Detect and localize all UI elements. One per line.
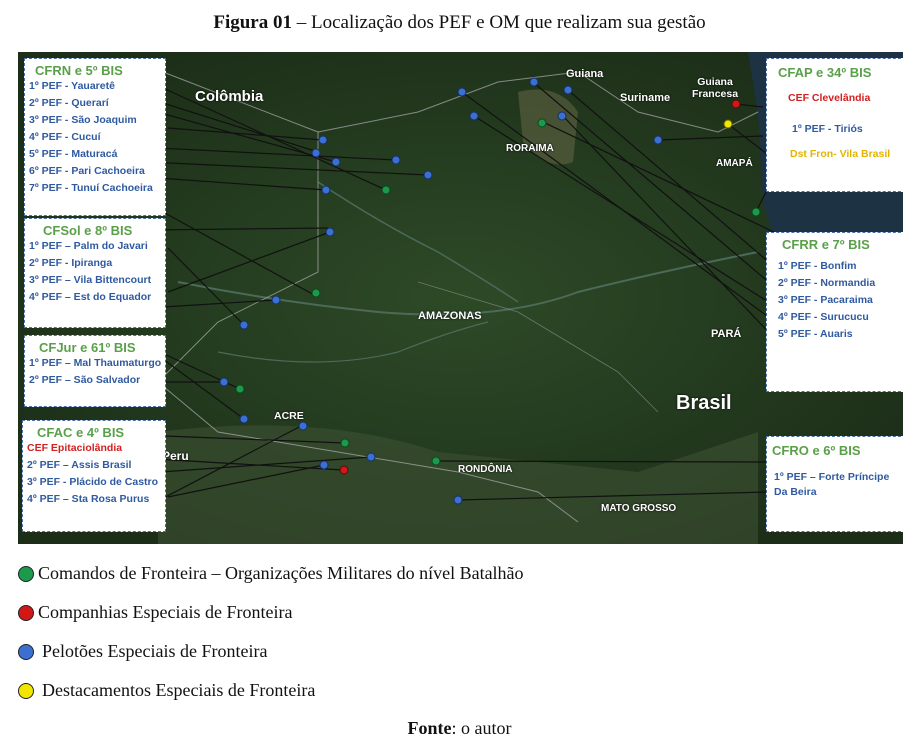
source-text: : o autor bbox=[451, 718, 512, 738]
box-cfap: CFAP e 34º BIS CEF Clevelândia 1º PEF - … bbox=[766, 58, 903, 192]
box-cfsol-item: 4º PEF – Est do Equador bbox=[29, 291, 152, 303]
label-amapa: AMAPÁ bbox=[716, 158, 753, 169]
yellow-dot-icon bbox=[18, 682, 34, 699]
box-cfac-item: 3º PEF - Plácido de Castro bbox=[27, 476, 159, 488]
box-cfrn-item: 5º PEF - Maturacá bbox=[29, 148, 118, 160]
red-dot-icon bbox=[18, 604, 34, 621]
detachment-marker bbox=[723, 119, 733, 129]
box-cfro-item: 1º PEF – Forte Príncipe Da Beira bbox=[774, 471, 890, 498]
box-cfrn-item: 1º PEF - Yauaretê bbox=[29, 80, 115, 92]
legend-item-detachment: Destacamentos Especiais de Fronteira bbox=[18, 680, 315, 701]
figure-title: – Localização dos PEF e OM que realizam … bbox=[292, 12, 706, 33]
box-cfap-item: 1º PEF - Tiriós bbox=[792, 123, 863, 135]
box-cfsol-item: 3º PEF – Vila Bittencourt bbox=[29, 274, 152, 286]
box-cfjur-title: CFJur e 61º BIS bbox=[39, 340, 136, 355]
legend-item-company: Companhias Especiais de Fronteira bbox=[18, 602, 292, 623]
label-mato-grosso: MATO GROSSO bbox=[601, 503, 677, 514]
box-cfsol-title: CFSol e 8º BIS bbox=[43, 223, 133, 238]
box-cfjur: CFJur e 61º BIS 1º PEF – Mal Thaumaturgo… bbox=[24, 335, 166, 407]
legend-label: Pelotões Especiais de Fronteira bbox=[42, 641, 268, 661]
map-area: Colômbia Guiana Suriname Guiana Francesa… bbox=[18, 52, 903, 544]
label-roraima: RORAIMA bbox=[506, 143, 554, 154]
box-cfac-item: 4º PEF – Sta Rosa Purus bbox=[27, 493, 150, 505]
box-cfac-item: 2º PEF – Assis Brasil bbox=[27, 459, 132, 471]
box-cfrn-item: 4º PEF - Cucuí bbox=[29, 131, 101, 143]
blue-dot-icon bbox=[18, 643, 34, 660]
box-cfrn-title: CFRN e 5º BIS bbox=[35, 63, 123, 78]
figure-number: Figura 01 bbox=[213, 12, 292, 33]
box-cfrn-item: 2º PEF - Querarí bbox=[29, 97, 109, 109]
box-cfrr-title: CFRR e 7º BIS bbox=[782, 237, 870, 252]
legend-item-platoon: Pelotões Especiais de Fronteira bbox=[18, 641, 267, 662]
box-cfjur-item: 1º PEF – Mal Thaumaturgo bbox=[29, 357, 162, 369]
label-para: PARÁ bbox=[711, 328, 742, 340]
source-label: Fonte bbox=[407, 718, 452, 738]
box-cfrn-item: 6º PEF - Pari Cachoeira bbox=[29, 165, 145, 177]
box-cfsol: CFSol e 8º BIS 1º PEF – Palm do Javari 2… bbox=[24, 218, 166, 328]
figure-caption: Figura 01 – Localização dos PEF e OM que… bbox=[0, 12, 919, 34]
box-cfap-item: CEF Clevelândia bbox=[788, 92, 871, 104]
figure-source: Fonte: o autor bbox=[0, 718, 919, 739]
label-suriname: Suriname bbox=[620, 92, 671, 104]
legend-label: Comandos de Fronteira – Organizações Mil… bbox=[38, 563, 524, 583]
box-cfsol-item: 2º PEF - Ipiranga bbox=[29, 257, 113, 269]
box-cfrn-item: 3º PEF - São Joaquim bbox=[29, 114, 137, 126]
box-cfap-item: Dst Fron- Vila Brasil bbox=[790, 148, 891, 160]
box-cfrr-item: 3º PEF - Pacaraima bbox=[778, 294, 873, 306]
legend-label: Destacamentos Especiais de Fronteira bbox=[42, 680, 316, 700]
box-cfac: CFAC e 4º BIS CEF Epitaciolândia 2º PEF … bbox=[22, 420, 166, 532]
box-cfac-title: CFAC e 4º BIS bbox=[37, 425, 125, 440]
green-dot-icon bbox=[18, 565, 34, 582]
legend-label: Companhias Especiais de Fronteira bbox=[38, 602, 293, 622]
box-cfrr: CFRR e 7º BIS 1º PEF - Bonfim 2º PEF - N… bbox=[766, 232, 903, 392]
label-amazonas: AMAZONAS bbox=[418, 310, 482, 322]
label-rondonia: RONDÔNIA bbox=[458, 464, 513, 475]
box-cfjur-item: 2º PEF – São Salvador bbox=[29, 374, 141, 386]
label-colombia: Colômbia bbox=[195, 88, 264, 105]
box-cfrn-item: 7º PEF - Tunuí Cachoeira bbox=[29, 182, 153, 194]
box-cfsol-item: 1º PEF – Palm do Javari bbox=[29, 240, 148, 252]
box-cfrr-item: 1º PEF - Bonfim bbox=[778, 260, 857, 272]
legend-item-command: Comandos de Fronteira – Organizações Mil… bbox=[18, 563, 524, 584]
label-guiana: Guiana bbox=[566, 68, 604, 80]
label-acre: ACRE bbox=[274, 410, 304, 422]
label-guiana-francesa: Guiana Francesa bbox=[691, 76, 739, 100]
box-cfro-title: CFRO e 6º BIS bbox=[772, 443, 861, 458]
box-cfrr-item: 2º PEF - Normandia bbox=[778, 277, 876, 289]
label-brasil: Brasil bbox=[676, 392, 732, 414]
box-cfro: CFRO e 6º BIS 1º PEF – Forte Príncipe Da… bbox=[766, 436, 903, 532]
box-cfrr-item: 4º PEF - Surucucu bbox=[778, 311, 869, 323]
label-peru: Peru bbox=[162, 449, 189, 463]
box-cfac-item: CEF Epitaciolândia bbox=[27, 442, 123, 454]
box-cfap-title: CFAP e 34º BIS bbox=[778, 65, 872, 80]
box-cfrr-item: 5º PEF - Auaris bbox=[778, 328, 853, 340]
box-cfrn: CFRN e 5º BIS 1º PEF - Yauaretê 2º PEF -… bbox=[24, 58, 166, 216]
